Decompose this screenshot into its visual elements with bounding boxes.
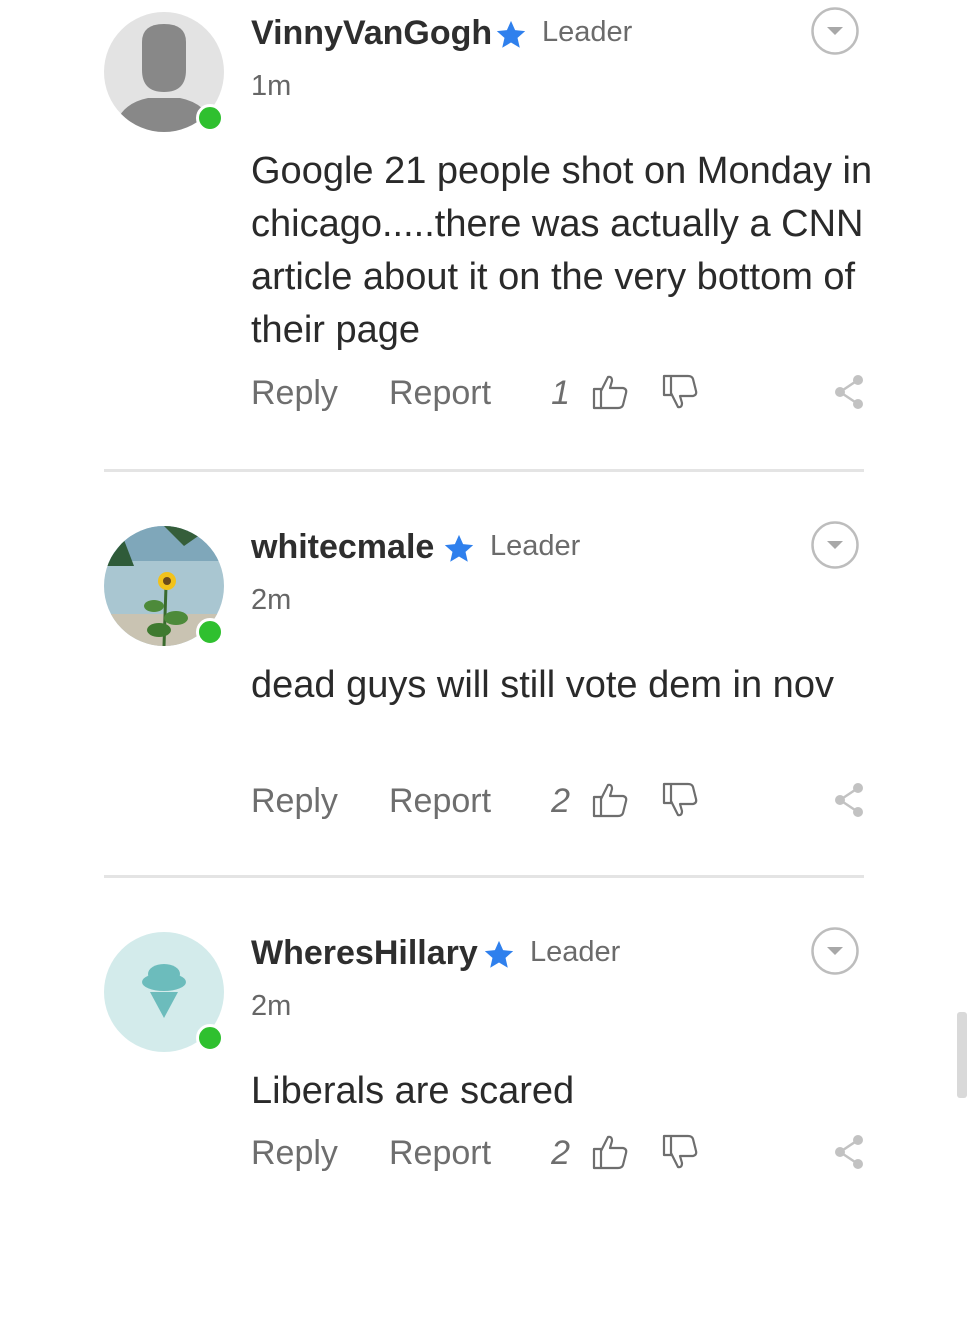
thumbs-up-icon[interactable] (590, 372, 630, 412)
online-status-dot (196, 1024, 224, 1052)
comment: WheresHillary Leader 2m Liberals are sca… (0, 920, 968, 1340)
vote-count: 2 (551, 1134, 570, 1172)
online-status-dot (196, 618, 224, 646)
thumbs-down-icon[interactable] (660, 1132, 700, 1172)
comment-text: Liberals are scared (251, 1070, 575, 1112)
scrollbar[interactable] (957, 1012, 967, 1098)
share-icon[interactable] (832, 372, 866, 412)
comment-text: dead guys will still vote dem in nov (251, 664, 834, 706)
report-button[interactable]: Report (389, 782, 491, 821)
comment-text: Google 21 people shot on Monday in chica… (251, 150, 873, 351)
comment-actions: Reply Report 2 (0, 776, 968, 828)
rank-badge: Leader (542, 16, 633, 48)
comment-actions: Reply Report 1 (0, 368, 968, 420)
vote-count: 1 (551, 374, 570, 412)
timestamp: 2m (251, 990, 292, 1022)
timestamp: 2m (251, 584, 292, 616)
comment: VinnyVanGogh Leader 1m Google 21 people … (0, 0, 968, 420)
star-icon (496, 20, 526, 48)
username[interactable]: WheresHillary (251, 934, 478, 973)
comment: whitecmale Leader 2m dead guys will stil… (0, 514, 968, 934)
comment-actions: Reply Report 2 (0, 1128, 968, 1180)
star-icon (444, 534, 474, 562)
reply-button[interactable]: Reply (251, 782, 338, 821)
share-icon[interactable] (832, 1132, 866, 1172)
chevron-down-menu-icon[interactable] (810, 520, 860, 570)
reply-button[interactable]: Reply (251, 1134, 338, 1173)
vote-count: 2 (551, 782, 570, 820)
star-icon (484, 940, 514, 968)
chevron-down-menu-icon[interactable] (810, 926, 860, 976)
timestamp: 1m (251, 70, 292, 102)
thumbs-down-icon[interactable] (660, 780, 700, 820)
username[interactable]: whitecmale (251, 528, 434, 567)
thumbs-up-icon[interactable] (590, 1132, 630, 1172)
report-button[interactable]: Report (389, 374, 491, 413)
rank-badge: Leader (530, 936, 621, 968)
divider (104, 469, 864, 472)
thumbs-down-icon[interactable] (660, 372, 700, 412)
username[interactable]: VinnyVanGogh (251, 14, 492, 53)
chevron-down-menu-icon[interactable] (810, 6, 860, 56)
online-status-dot (196, 104, 224, 132)
share-icon[interactable] (832, 780, 866, 820)
report-button[interactable]: Report (389, 1134, 491, 1173)
reply-button[interactable]: Reply (251, 374, 338, 413)
thumbs-up-icon[interactable] (590, 780, 630, 820)
divider (104, 875, 864, 878)
rank-badge: Leader (490, 530, 581, 562)
